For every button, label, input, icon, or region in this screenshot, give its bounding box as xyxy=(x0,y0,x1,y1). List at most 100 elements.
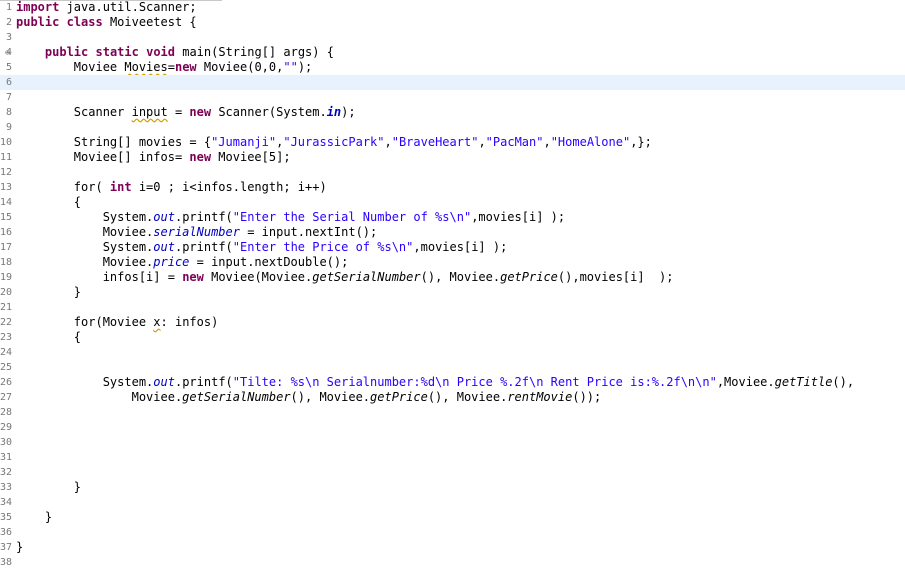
code-line[interactable]: 37 } xyxy=(0,540,905,555)
static-method: rentMovie xyxy=(507,390,573,404)
code-token: .printf( xyxy=(174,210,233,224)
code-line[interactable]: 11 Moviee[] infos= new Moviee[5]; xyxy=(0,150,905,165)
string-literal: "HomeAlone" xyxy=(550,135,631,149)
code-text[interactable]: { xyxy=(16,330,81,345)
code-line[interactable]: 28 xyxy=(0,405,905,420)
code-line[interactable]: 4 ⊖ public static void main(String[] arg… xyxy=(0,45,905,60)
code-line[interactable]: 5 Moviee Movies=new Moviee(0,0,""); xyxy=(0,60,905,75)
class-name: Moiveetest { xyxy=(102,15,197,29)
code-line[interactable]: 14 { xyxy=(0,195,905,210)
code-token: Moviee. xyxy=(102,255,154,269)
code-text[interactable]: Moviee.serialNumber = input.nextInt(); xyxy=(16,225,378,240)
code-line[interactable]: 23 { xyxy=(0,330,905,345)
code-token: (),movies[i] ); xyxy=(557,270,674,284)
code-text[interactable]: } xyxy=(16,480,81,495)
line-number: 33 xyxy=(0,482,12,493)
code-line[interactable]: 10 String[] movies = {"Jumanji","Jurassi… xyxy=(0,135,905,150)
line-number: 23 xyxy=(0,332,12,343)
code-line[interactable]: 1 import java.util.Scanner; xyxy=(0,0,905,15)
code-line[interactable]: 8 Scanner input = new Scanner(System.in)… xyxy=(0,105,905,120)
code-text[interactable]: public static void main(String[] args) { xyxy=(16,45,334,60)
line-number: 2 xyxy=(5,17,12,28)
code-line[interactable]: 20 } xyxy=(0,285,905,300)
code-text[interactable]: System.out.printf("Tilte: %s\n Serialnum… xyxy=(16,375,854,390)
code-line[interactable]: 21 xyxy=(0,300,905,315)
code-token: main(String[] args) { xyxy=(175,45,334,59)
static-method: getSerialNumber xyxy=(312,270,421,284)
code-text[interactable]: Moviee[] infos= new Moviee[5]; xyxy=(16,150,291,165)
code-line[interactable]: 36 xyxy=(0,525,905,540)
code-line[interactable]: 29 xyxy=(0,420,905,435)
line-number: 36 xyxy=(0,527,12,538)
code-text[interactable]: Moviee.getSerialNumber(), Moviee.getPric… xyxy=(16,390,602,405)
code-line[interactable]: 33 } xyxy=(0,480,905,495)
code-line[interactable]: 22 for(Moviee x: infos) xyxy=(0,315,905,330)
code-editor[interactable]: 1 import java.util.Scanner; 2 public cla… xyxy=(0,0,905,576)
code-line[interactable]: 12 xyxy=(0,165,905,180)
code-line[interactable]: 31 xyxy=(0,450,905,465)
code-line[interactable]: 32 xyxy=(0,465,905,480)
brace: } xyxy=(16,540,24,554)
code-line[interactable]: 3 xyxy=(0,30,905,45)
code-text[interactable]: Scanner input = new Scanner(System.in); xyxy=(16,105,356,120)
code-text[interactable]: } xyxy=(16,540,23,555)
code-line[interactable]: 15 System.out.printf("Enter the Serial N… xyxy=(0,210,905,225)
warning-token[interactable]: Movies xyxy=(124,60,167,74)
line-number: 15 xyxy=(0,212,12,223)
code-text[interactable]: } xyxy=(16,510,52,525)
fold-minus-icon[interactable]: ⊖ xyxy=(5,48,10,57)
code-line[interactable]: 34 xyxy=(0,495,905,510)
line-number: 26 xyxy=(0,377,12,388)
code-line[interactable]: 17 System.out.printf("Enter the Price of… xyxy=(0,240,905,255)
line-number: 25 xyxy=(0,362,12,373)
code-text[interactable]: public class Moiveetest { xyxy=(16,15,197,30)
code-line[interactable]: 35 } xyxy=(0,510,905,525)
code-line[interactable]: 27 Moviee.getSerialNumber(), Moviee.getP… xyxy=(0,390,905,405)
code-text[interactable]: infos[i] = new Moviee(Moviee.getSerialNu… xyxy=(16,270,674,285)
static-field: out xyxy=(153,240,175,254)
code-text[interactable]: String[] movies = {"Jumanji","JurassicPa… xyxy=(16,135,652,150)
code-line[interactable]: 13 for( int i=0 ; i<infos.length; i++) xyxy=(0,180,905,195)
line-number: 20 xyxy=(0,287,12,298)
code-text[interactable]: { xyxy=(16,195,81,210)
code-text[interactable]: Moviee Movies=new Moviee(0,0,""); xyxy=(16,60,312,75)
static-field: price xyxy=(153,255,190,269)
code-line[interactable]: 16 Moviee.serialNumber = input.nextInt()… xyxy=(0,225,905,240)
code-line[interactable]: 19 infos[i] = new Moviee(Moviee.getSeria… xyxy=(0,270,905,285)
code-line[interactable]: 9 xyxy=(0,120,905,135)
string-literal: "Enter the Price of %s\n" xyxy=(232,240,414,254)
code-text[interactable]: System.out.printf("Enter the Price of %s… xyxy=(16,240,508,255)
line-number: 22 xyxy=(0,317,12,328)
code-token: ); xyxy=(297,60,313,74)
code-token: Moviee[5]; xyxy=(211,150,291,164)
code-text[interactable]: Moviee.price = input.nextDouble(); xyxy=(16,255,349,270)
warning-token[interactable]: x xyxy=(153,315,160,329)
code-line[interactable]: 38 xyxy=(0,555,905,570)
static-field: in xyxy=(326,105,342,119)
line-number: 13 xyxy=(0,182,12,193)
code-line[interactable]: 26 System.out.printf("Tilte: %s\n Serial… xyxy=(0,375,905,390)
code-line[interactable]: 30 xyxy=(0,435,905,450)
code-token: ); xyxy=(341,105,356,119)
brace: } xyxy=(44,510,53,524)
warning-token[interactable]: input xyxy=(132,105,168,119)
keyword: import xyxy=(16,0,60,14)
code-line[interactable]: 18 Moviee.price = input.nextDouble(); xyxy=(0,255,905,270)
code-text[interactable]: } xyxy=(16,285,81,300)
code-token: .printf( xyxy=(174,375,233,389)
code-line[interactable]: 7 xyxy=(0,90,905,105)
code-token: System. xyxy=(102,375,154,389)
code-text[interactable]: import java.util.Scanner; xyxy=(16,0,197,15)
code-line[interactable]: 24 xyxy=(0,345,905,360)
code-token: infos[i] = xyxy=(102,270,183,284)
code-text[interactable]: for(Moviee x: infos) xyxy=(16,315,219,330)
code-line[interactable]: 25 xyxy=(0,360,905,375)
code-token: Scanner xyxy=(73,105,132,119)
code-text[interactable]: System.out.printf("Enter the Serial Numb… xyxy=(16,210,565,225)
current-line-highlight[interactable]: 6 xyxy=(0,75,905,90)
code-token: (), xyxy=(832,375,855,389)
line-number: 27 xyxy=(0,392,12,403)
code-line[interactable]: 2 public class Moiveetest { xyxy=(0,15,905,30)
line-number: 14 xyxy=(0,197,12,208)
code-text[interactable]: for( int i=0 ; i<infos.length; i++) xyxy=(16,180,327,195)
